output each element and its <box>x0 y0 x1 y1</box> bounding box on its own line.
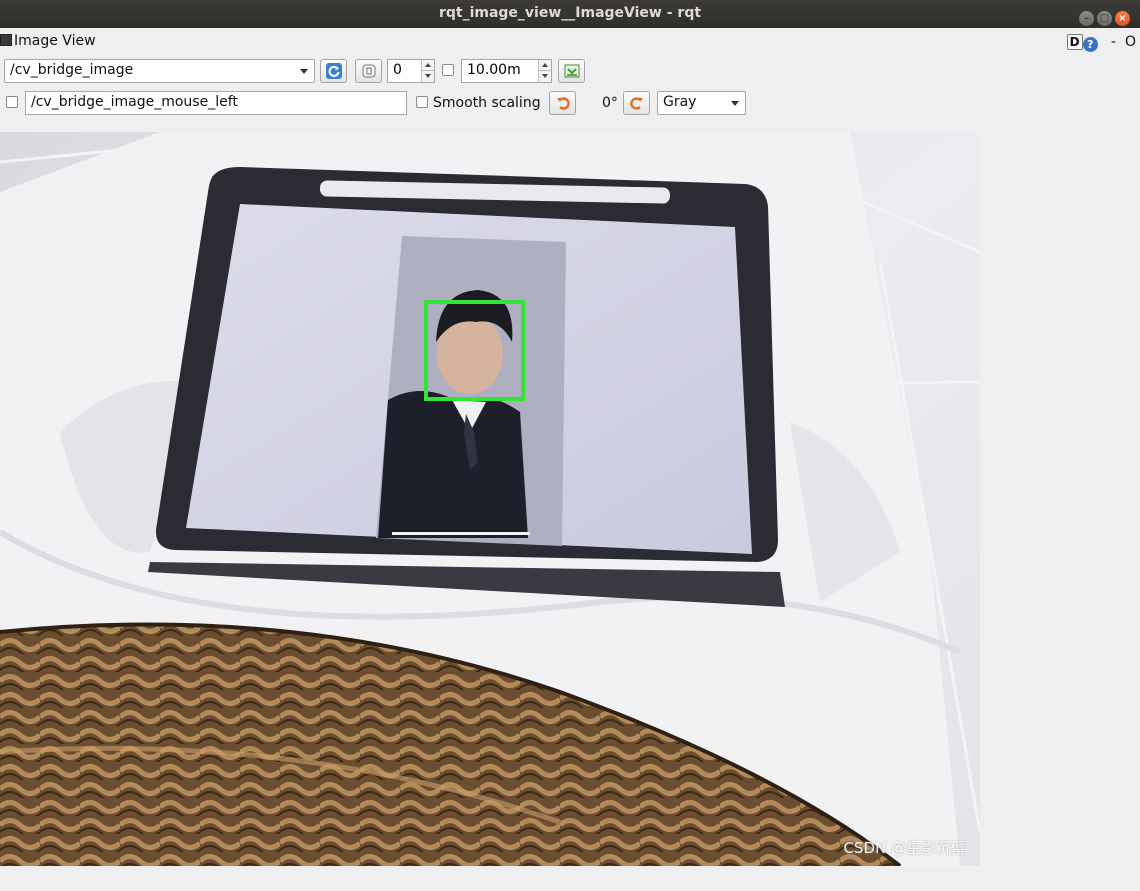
mouse-publish-checkbox[interactable] <box>6 96 18 108</box>
window-controls: – □ × <box>1076 6 1130 26</box>
zoom-fit-button[interactable] <box>355 59 382 83</box>
color-scheme-select[interactable]: Gray <box>657 91 746 115</box>
rotate-right-button[interactable] <box>623 91 650 115</box>
mouse-topic-input[interactable]: /cv_bridge_image_mouse_left <box>25 91 407 115</box>
status-bar <box>0 866 1140 891</box>
chevron-down-icon <box>300 69 308 74</box>
num-gridlines-spinbox[interactable]: 0 <box>387 59 435 83</box>
minimize-button[interactable]: – <box>1079 11 1094 26</box>
maximize-button[interactable]: □ <box>1097 11 1112 26</box>
camera-image <box>0 132 980 866</box>
dock-float-icon[interactable] <box>0 34 12 46</box>
dock-d-button[interactable]: D <box>1066 34 1083 50</box>
dock-header: Image View <box>0 33 96 53</box>
spinbox-value: 0 <box>393 62 402 78</box>
refresh-button[interactable] <box>320 59 347 83</box>
window-titlebar: rqt_image_view__ImageView - rqt – □ × <box>0 0 1140 28</box>
close-window-button[interactable]: × <box>1115 11 1130 26</box>
dock-controls: D? - O <box>1066 34 1136 52</box>
save-image-button[interactable] <box>558 59 585 83</box>
spin-down-icon[interactable] <box>421 70 434 82</box>
watermark: CSDN @星影沉璧 <box>843 839 966 857</box>
window-title: rqt_image_view__ImageView - rqt <box>438 5 702 21</box>
topic-select-value: /cv_bridge_image <box>10 62 134 78</box>
rotate-left-button[interactable] <box>549 91 576 115</box>
dock-minus-button[interactable]: - <box>1111 34 1116 50</box>
refresh-icon <box>325 63 342 79</box>
zoom-fit-icon <box>362 64 375 78</box>
dock-title: Image View <box>14 33 96 49</box>
color-scheme-value: Gray <box>663 94 697 110</box>
help-icon[interactable]: ? <box>1082 37 1098 52</box>
max-range-checkbox[interactable] <box>442 64 454 76</box>
max-range-spinbox[interactable]: 10.00m <box>461 59 552 83</box>
spin-down-icon[interactable] <box>538 70 551 82</box>
max-range-value: 10.00m <box>467 62 521 78</box>
chevron-down-icon <box>731 101 739 106</box>
save-image-icon <box>564 64 579 78</box>
rotation-label: 0° <box>602 95 618 111</box>
dock-close-button[interactable]: O <box>1125 34 1136 50</box>
empty-panel <box>980 132 1140 866</box>
topic-select[interactable]: /cv_bridge_image <box>4 59 315 83</box>
smooth-scaling-checkbox[interactable] <box>416 96 428 108</box>
image-display[interactable]: CSDN @星影沉璧 <box>0 132 980 866</box>
rotate-left-icon <box>556 97 570 110</box>
smooth-scaling-label: Smooth scaling <box>433 95 541 111</box>
rotate-right-icon <box>629 97 643 110</box>
